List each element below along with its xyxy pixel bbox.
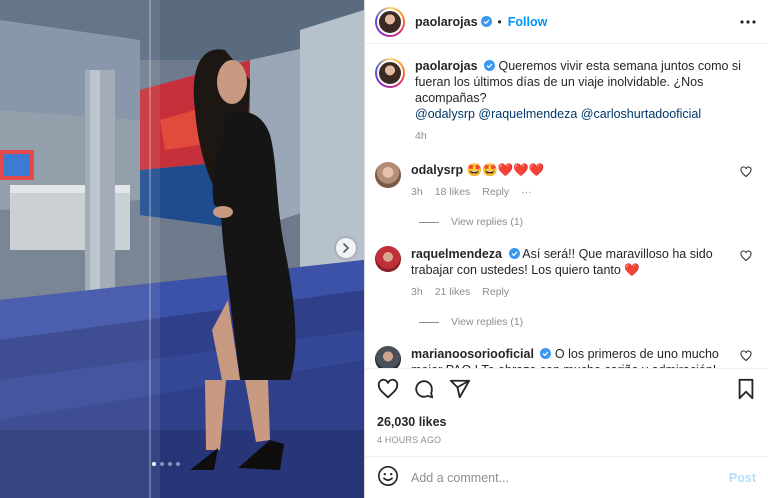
comment-text: 🤩🤩❤️❤️❤️ <box>466 163 545 177</box>
comment-time[interactable]: 3h <box>411 184 423 200</box>
carousel-dot <box>168 462 172 466</box>
reply-button[interactable]: Reply <box>482 284 509 300</box>
comment-likes[interactable]: 21 likes <box>435 284 471 300</box>
avatar[interactable] <box>375 6 405 37</box>
heart-icon[interactable] <box>740 166 752 178</box>
view-replies-label: View replies (1) <box>451 316 524 328</box>
save-button[interactable] <box>736 378 756 403</box>
verified-icon <box>480 16 492 27</box>
post-caption: paolarojas Queremos vivir esta semana ju… <box>375 58 752 144</box>
carousel-next-button[interactable] <box>336 238 356 258</box>
comment-icon <box>415 379 434 398</box>
post-photo <box>0 0 364 498</box>
post-comment-button[interactable]: Post <box>729 471 756 485</box>
comment-username[interactable]: marianoosoriooficial <box>411 347 534 361</box>
comment-username[interactable]: raquelmendeza <box>411 247 502 261</box>
instagram-post: paolarojas • Follow paolarojas Queremos … <box>0 0 768 498</box>
heart-icon <box>377 378 399 398</box>
comments-list[interactable]: paolarojas Queremos vivir esta semana ju… <box>365 44 768 368</box>
avatar[interactable] <box>375 162 401 188</box>
comment-item: odalysrp 🤩🤩❤️❤️❤️ 3h 18 likes Reply ··· <box>375 162 752 228</box>
bookmark-icon <box>738 378 754 399</box>
post-details-panel: paolarojas • Follow paolarojas Queremos … <box>364 0 768 498</box>
carousel-dot <box>160 462 164 466</box>
author-username[interactable]: paolarojas <box>415 15 478 29</box>
caption-time[interactable]: 4h <box>415 128 427 144</box>
mention-link[interactable]: @carloshurtadooficial <box>581 107 701 121</box>
carousel-dot <box>152 462 156 466</box>
reply-button[interactable]: Reply <box>482 184 509 200</box>
verified-icon <box>484 60 496 71</box>
avatar[interactable] <box>375 58 405 88</box>
share-button[interactable] <box>449 378 471 403</box>
follow-button[interactable]: Follow <box>508 15 548 29</box>
comment-item: marianoosoriooficial O los primeros de u… <box>375 346 752 368</box>
verified-icon <box>540 348 552 359</box>
like-button[interactable] <box>377 378 399 403</box>
add-comment-bar: Post <box>365 456 768 498</box>
heart-icon[interactable] <box>740 250 752 262</box>
caption-username[interactable]: paolarojas <box>415 59 478 73</box>
comment-username[interactable]: odalysrp <box>411 163 463 177</box>
emoji-icon <box>378 466 398 486</box>
post-timestamp[interactable]: 4 HOURS AGO <box>377 435 756 445</box>
avatar[interactable] <box>375 246 401 272</box>
comment-likes[interactable]: 18 likes <box>435 184 471 200</box>
post-media[interactable] <box>0 0 364 498</box>
comment-input[interactable] <box>411 470 729 485</box>
more-icon <box>740 19 756 24</box>
comment-more-button[interactable]: ··· <box>521 184 532 200</box>
mention-link[interactable]: @odalysrp <box>415 107 475 121</box>
likes-count[interactable]: 26,030 likes <box>377 415 756 429</box>
post-actions: 26,030 likes 4 HOURS AGO <box>365 368 768 456</box>
comment-time[interactable]: 3h <box>411 284 423 300</box>
view-replies-label: View replies (1) <box>451 216 524 228</box>
carousel-indicator <box>152 462 180 466</box>
comment-button[interactable] <box>413 378 435 403</box>
heart-icon[interactable] <box>740 350 752 362</box>
carousel-dot <box>176 462 180 466</box>
avatar[interactable] <box>375 346 401 368</box>
share-icon <box>449 379 471 398</box>
mention-link[interactable]: @raquelmendeza <box>478 107 577 121</box>
view-replies-button[interactable]: View replies (1) <box>419 216 752 228</box>
post-header: paolarojas • Follow <box>365 0 768 44</box>
separator: • <box>497 14 502 29</box>
more-options-button[interactable] <box>740 19 756 24</box>
verified-icon <box>508 248 520 259</box>
emoji-button[interactable] <box>377 465 399 490</box>
chevron-right-icon <box>343 243 350 253</box>
view-replies-button[interactable]: View replies (1) <box>419 316 752 328</box>
comment-item: raquelmendeza Así será!! Que maravilloso… <box>375 246 752 328</box>
